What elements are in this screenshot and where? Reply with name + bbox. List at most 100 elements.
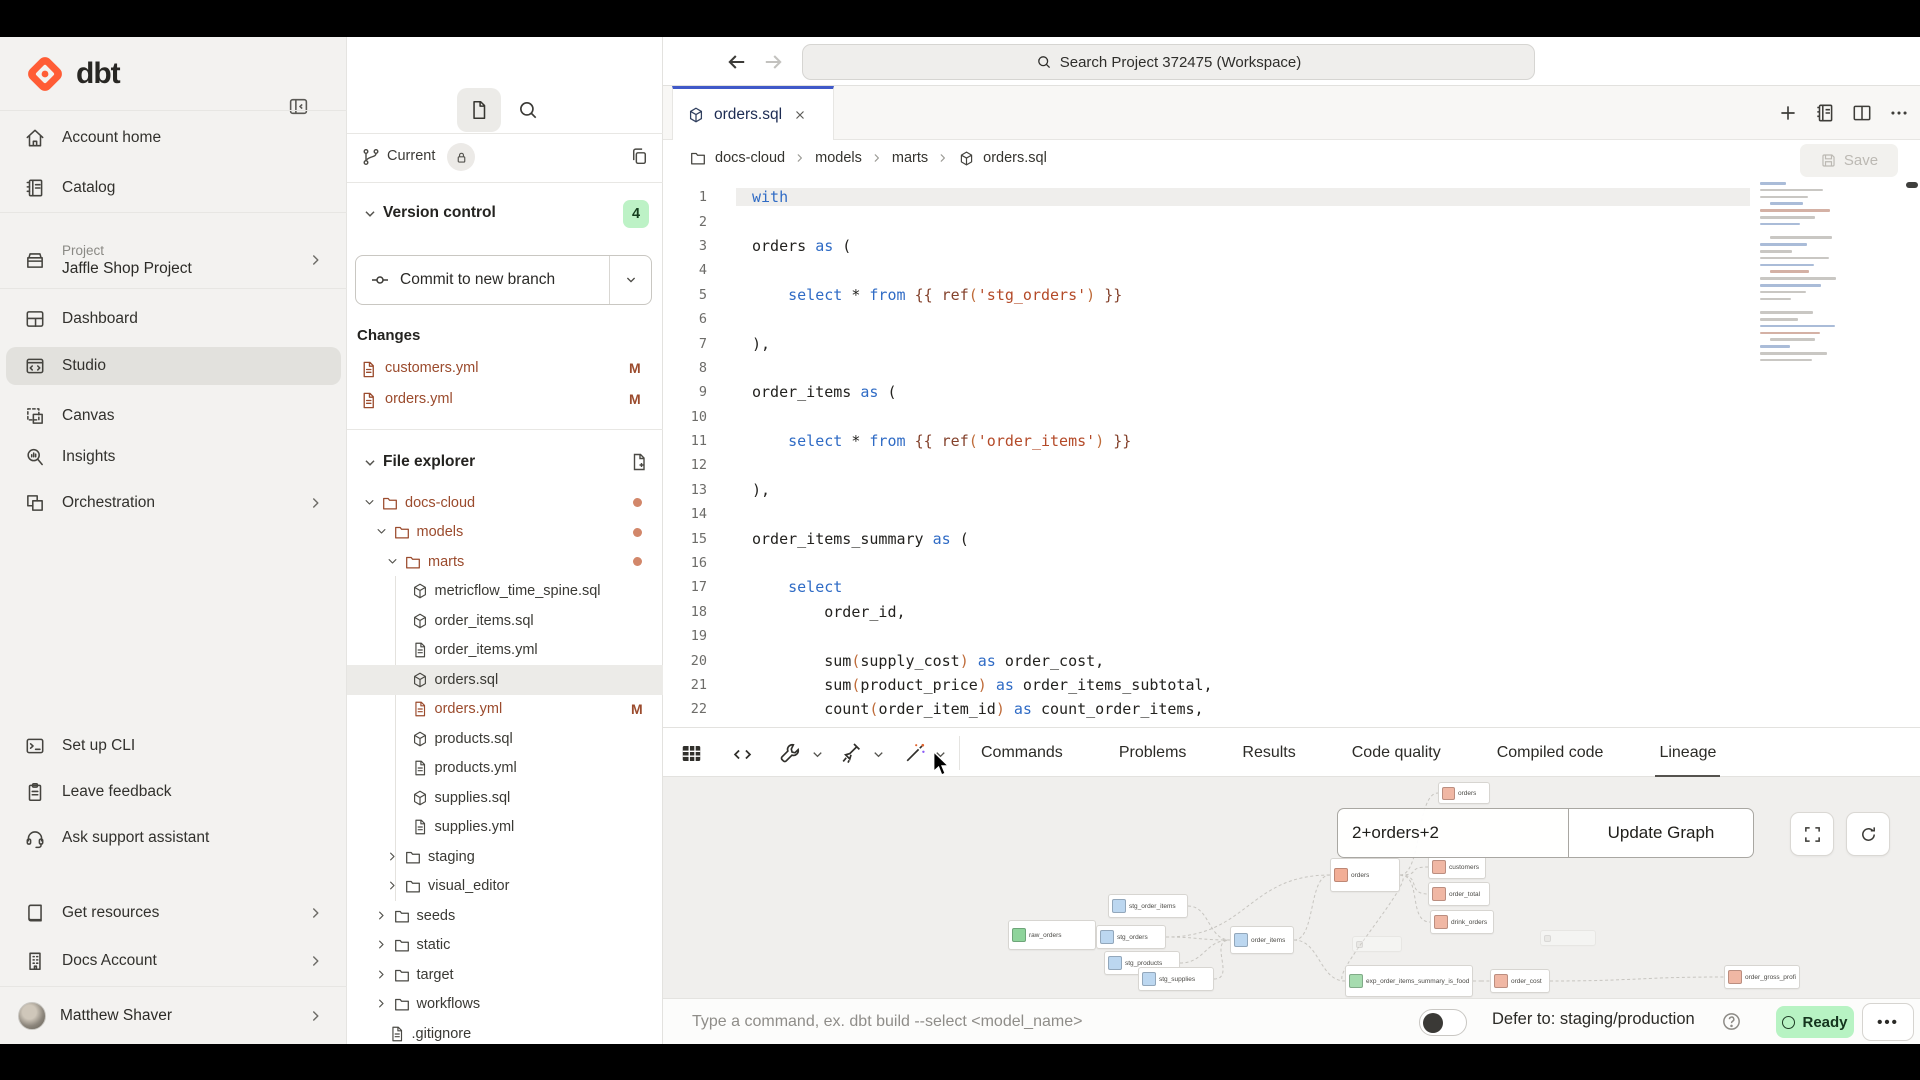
breadcrumb-item[interactable]: models <box>815 150 862 166</box>
tree-item-target[interactable]: target <box>347 960 663 990</box>
lineage-node-customers[interactable]: customers <box>1428 855 1486 879</box>
code-line-15[interactable]: 15order_items_summary as ( <box>663 526 1920 550</box>
code-line-8[interactable]: 8 <box>663 356 1920 380</box>
panel-tab-problems[interactable]: Problems <box>1119 728 1187 778</box>
panel-tab-lineage[interactable]: Lineage <box>1659 728 1716 778</box>
code-line-5[interactable]: 5 select * from {{ ref('stg_orders') }} <box>663 283 1920 307</box>
sidebar-item-leave-feedback[interactable]: Leave feedback <box>6 773 341 811</box>
code-line-7[interactable]: 7), <box>663 331 1920 355</box>
address-search-bar[interactable]: Search Project 372475 (Workspace) <box>802 44 1535 80</box>
lineage-node-order_gross_profit[interactable]: order_gross_profit <box>1724 965 1800 989</box>
code-line-17[interactable]: 17 select <box>663 575 1920 599</box>
lineage-panel[interactable]: raw_ordersstg_order_itemsstg_ordersstg_p… <box>663 777 1920 998</box>
update-graph-button[interactable]: Update Graph <box>1568 808 1754 858</box>
lineage-node-raw_orders[interactable]: raw_orders <box>1008 920 1096 950</box>
code-line-13[interactable]: 13), <box>663 478 1920 502</box>
clean-broom-icon[interactable] <box>839 741 863 765</box>
compile-code-icon[interactable] <box>731 743 754 766</box>
chevron-down-icon[interactable] <box>871 747 886 762</box>
new-file-icon[interactable] <box>629 452 649 472</box>
build-wrench-icon[interactable] <box>778 741 802 765</box>
sidebar-item-set-up-cli[interactable]: Set up CLI <box>6 727 341 765</box>
lineage-node-orders_top[interactable]: orders <box>1438 782 1490 804</box>
sidebar-item-catalog[interactable]: Catalog <box>6 169 341 207</box>
tree-item-.gitignore[interactable]: .gitignore <box>347 1019 663 1044</box>
split-view-icon[interactable] <box>1851 102 1873 124</box>
tree-item-marts[interactable]: marts <box>347 547 663 577</box>
changed-file-orders.yml[interactable]: orders.ymlM <box>347 386 663 416</box>
tree-item-orders.yml[interactable]: orders.ymlM <box>347 695 663 725</box>
close-icon[interactable] <box>793 108 807 122</box>
sidebar-project-switcher[interactable]: Project Jaffle Shop Project <box>6 229 341 291</box>
catalog-panel-icon[interactable] <box>1814 102 1836 124</box>
lineage-node-exp_food[interactable]: exp_order_items_summary_is_food_correctl… <box>1345 965 1473 997</box>
save-button[interactable]: Save <box>1800 144 1898 177</box>
file-explorer-header[interactable]: File explorer <box>347 445 663 483</box>
code-line-2[interactable]: 2 <box>663 209 1920 233</box>
lineage-node-ghost1[interactable] <box>1352 936 1402 952</box>
sidebar-item-dashboard[interactable]: Dashboard <box>6 300 341 338</box>
files-view-button[interactable] <box>457 88 501 132</box>
lineage-node-stg_order_items[interactable]: stg_order_items <box>1108 894 1188 918</box>
panel-tab-results[interactable]: Results <box>1242 728 1295 778</box>
version-control-header[interactable]: Version control 4 <box>347 195 663 235</box>
code-line-10[interactable]: 10 <box>663 405 1920 429</box>
sidebar-item-docs-account[interactable]: Docs Account <box>6 942 341 980</box>
tree-item-staging[interactable]: staging <box>347 842 663 872</box>
code-line-12[interactable]: 12 <box>663 453 1920 477</box>
sidebar-user-menu[interactable]: Matthew Shaver <box>6 996 341 1036</box>
breadcrumb-item[interactable]: marts <box>892 150 928 166</box>
more-actions-button[interactable]: ••• <box>1862 1003 1914 1041</box>
code-line-3[interactable]: 3orders as ( <box>663 234 1920 258</box>
tab-orders-sql[interactable]: orders.sql <box>672 86 834 140</box>
sidebar-collapse-icon[interactable] <box>288 96 309 117</box>
breadcrumb-item[interactable]: docs-cloud <box>715 150 785 166</box>
tree-item-docs-cloud[interactable]: docs-cloud <box>347 488 663 518</box>
sidebar-item-get-resources[interactable]: Get resources <box>6 894 341 932</box>
minimap[interactable] <box>1756 182 1852 372</box>
tree-item-order_items.yml[interactable]: order_items.yml <box>347 636 663 666</box>
panel-tab-compiled-code[interactable]: Compiled code <box>1497 728 1604 778</box>
chevron-down-icon[interactable] <box>810 747 825 762</box>
code-line-11[interactable]: 11 select * from {{ ref('order_items') }… <box>663 429 1920 453</box>
code-line-19[interactable]: 19 <box>663 624 1920 648</box>
sidebar-item-orchestration[interactable]: Orchestration <box>6 484 341 522</box>
tree-item-supplies.sql[interactable]: supplies.sql <box>347 783 663 813</box>
code-line-22[interactable]: 22 count(order_item_id) as count_order_i… <box>663 697 1920 721</box>
status-badge[interactable]: Ready <box>1776 1006 1854 1038</box>
tree-item-seeds[interactable]: seeds <box>347 901 663 931</box>
tree-item-workflows[interactable]: workflows <box>347 990 663 1020</box>
fix-wand-icon[interactable] <box>903 741 927 765</box>
back-arrow-icon[interactable] <box>725 50 749 74</box>
help-icon[interactable] <box>1721 1011 1742 1032</box>
search-icon[interactable] <box>517 99 539 121</box>
panel-tab-commands[interactable]: Commands <box>981 728 1063 778</box>
tree-item-products.yml[interactable]: products.yml <box>347 754 663 784</box>
copy-icon[interactable] <box>629 146 650 167</box>
tree-item-visual_editor[interactable]: visual_editor <box>347 872 663 902</box>
defer-toggle[interactable] <box>1419 1009 1467 1036</box>
branch-row[interactable]: Current <box>347 133 663 182</box>
more-options-icon[interactable] <box>1888 102 1910 124</box>
preview-table-icon[interactable] <box>679 741 704 766</box>
lineage-node-stg_supplies[interactable]: stg_supplies <box>1138 967 1214 991</box>
lineage-node-ghost2[interactable] <box>1540 930 1596 946</box>
code-line-14[interactable]: 14 <box>663 502 1920 526</box>
code-line-21[interactable]: 21 sum(product_price) as order_items_sub… <box>663 673 1920 697</box>
tree-item-supplies.yml[interactable]: supplies.yml <box>347 813 663 843</box>
refresh-icon[interactable] <box>1846 812 1890 856</box>
sidebar-item-studio[interactable]: Studio <box>6 347 341 385</box>
tree-item-order_items.sql[interactable]: order_items.sql <box>347 606 663 636</box>
tree-item-products.sql[interactable]: products.sql <box>347 724 663 754</box>
code-line-1[interactable]: 1with <box>663 185 1920 209</box>
code-editor[interactable]: 1with23orders as (45 select * from {{ re… <box>663 180 1920 727</box>
code-line-6[interactable]: 6 <box>663 307 1920 331</box>
sidebar-item-insights[interactable]: Insights <box>6 438 341 476</box>
changed-file-customers.yml[interactable]: customers.ymlM <box>347 355 663 385</box>
code-line-9[interactable]: 9order_items as ( <box>663 380 1920 404</box>
panel-tab-code-quality[interactable]: Code quality <box>1352 728 1441 778</box>
new-tab-icon[interactable] <box>1777 102 1799 124</box>
code-line-16[interactable]: 16 <box>663 551 1920 575</box>
sidebar-item-ask-support-assistant[interactable]: Ask support assistant <box>6 819 341 857</box>
code-line-20[interactable]: 20 sum(supply_cost) as order_cost, <box>663 648 1920 672</box>
